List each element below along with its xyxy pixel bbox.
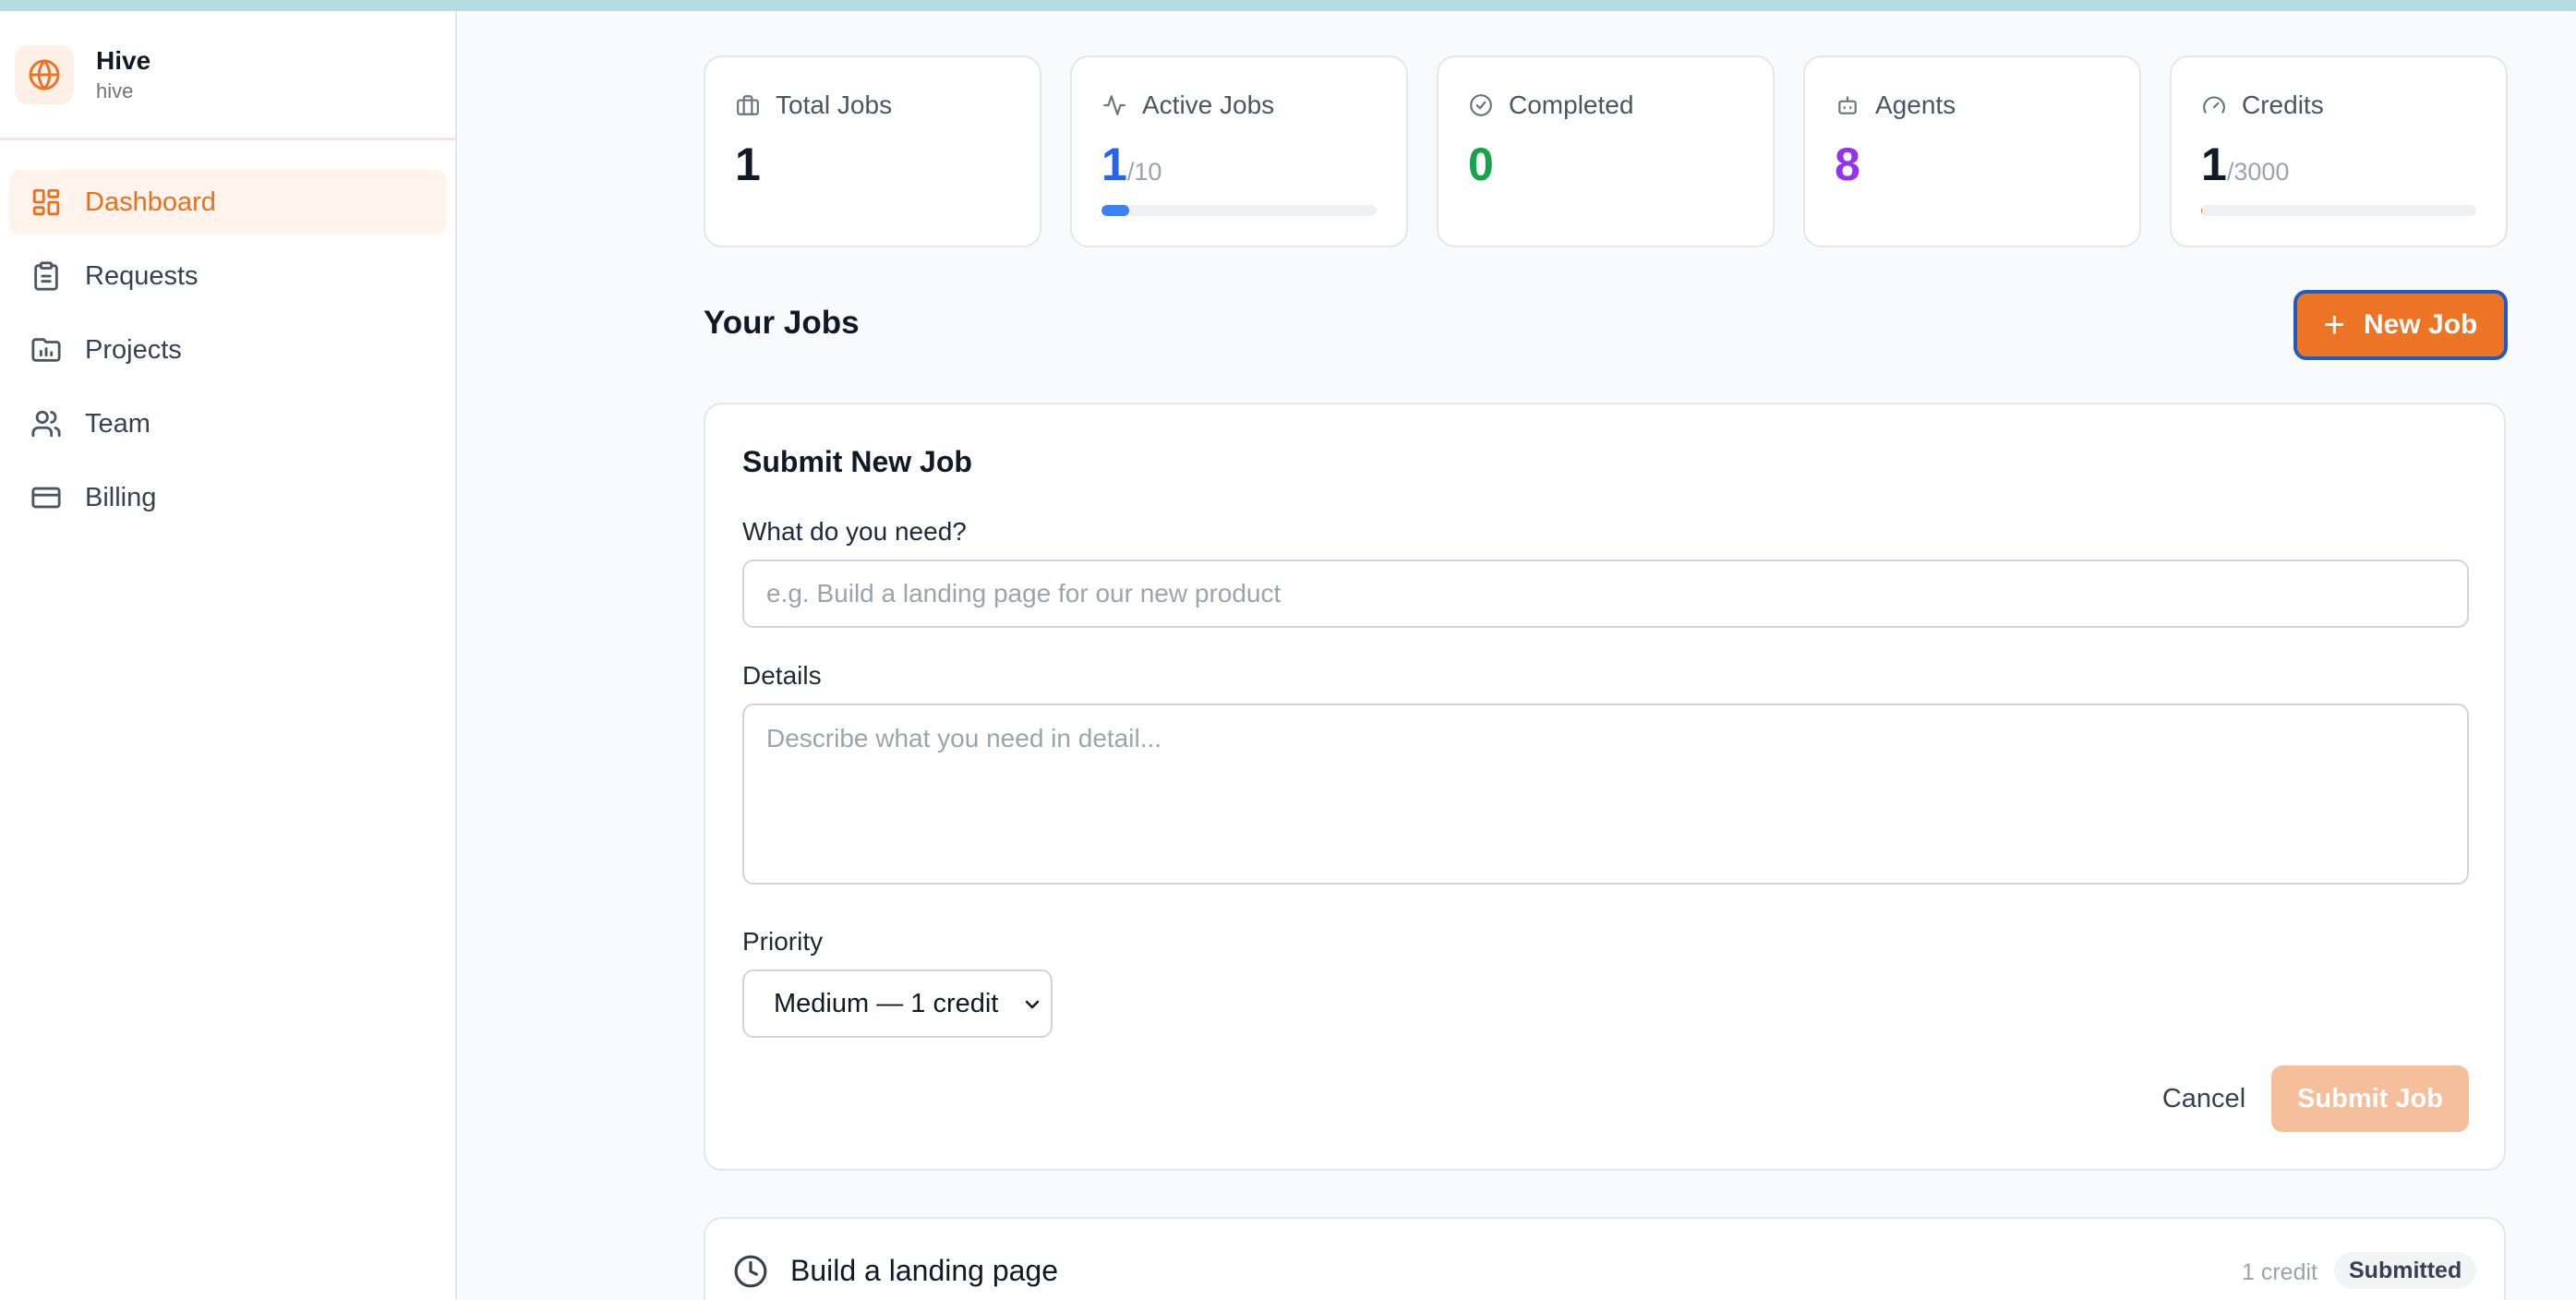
sidebar: Hive hive Dashboard Requests Projects Te… bbox=[0, 11, 457, 1300]
top-accent-bar bbox=[0, 0, 2576, 11]
stat-denominator: /3000 bbox=[2226, 158, 2290, 186]
globe-icon bbox=[15, 44, 74, 104]
new-job-label: New Job bbox=[2364, 309, 2478, 340]
sidebar-item-label: Team bbox=[85, 408, 150, 439]
section-title: Your Jobs bbox=[704, 305, 860, 341]
sidebar-item-label: Projects bbox=[85, 334, 182, 365]
stat-value: 1 bbox=[735, 135, 761, 194]
sidebar-item-team[interactable]: Team bbox=[9, 391, 446, 456]
details-textarea[interactable] bbox=[742, 704, 2469, 885]
submit-job-button[interactable]: Submit Job bbox=[2271, 1065, 2469, 1132]
stat-label: Active Jobs bbox=[1142, 90, 1275, 119]
plus-icon: + bbox=[2323, 305, 2345, 345]
workspace-slug: hive bbox=[96, 78, 134, 102]
need-input[interactable] bbox=[742, 560, 2469, 628]
priority-value: Medium — 1 credit bbox=[774, 988, 999, 1018]
priority-select[interactable]: Medium — 1 credit bbox=[742, 969, 1053, 1038]
check-circle-icon bbox=[1468, 92, 1494, 118]
stat-number: 1 bbox=[2201, 138, 2227, 190]
sidebar-item-dashboard[interactable]: Dashboard bbox=[9, 170, 446, 235]
form-title: Submit New Job bbox=[742, 445, 972, 478]
status-badge: Submitted bbox=[2334, 1252, 2477, 1289]
stat-card-completed: Completed 0 bbox=[1437, 55, 1775, 247]
workspace-header[interactable]: Hive hive bbox=[0, 11, 455, 140]
stat-value: 1/3000 bbox=[2201, 135, 2289, 201]
job-title: Build a landing page bbox=[790, 1254, 1059, 1287]
sidebar-item-label: Requests bbox=[85, 260, 199, 291]
clock-icon bbox=[734, 1255, 767, 1288]
cancel-button[interactable]: Cancel bbox=[2142, 1065, 2266, 1132]
stat-card-credits: Credits 1/3000 bbox=[2170, 55, 2508, 247]
clipboard-icon bbox=[30, 259, 63, 293]
submit-job-form: Submit New Job What do you need? Details… bbox=[704, 403, 2506, 1171]
stat-label: Agents bbox=[1875, 90, 1956, 119]
stat-label: Completed bbox=[1509, 90, 1634, 119]
priority-label: Priority bbox=[742, 927, 824, 956]
bot-icon bbox=[1835, 92, 1860, 118]
stat-number: 1 bbox=[735, 138, 761, 190]
activity-icon bbox=[1101, 92, 1127, 118]
sidebar-item-projects[interactable]: Projects bbox=[9, 318, 446, 382]
stat-card-total-jobs: Total Jobs 1 bbox=[704, 55, 1041, 247]
stat-value: 0 bbox=[1468, 135, 1494, 194]
credits-progress bbox=[2201, 205, 2476, 216]
stat-label: Credits bbox=[2242, 90, 2324, 119]
sidebar-item-label: Billing bbox=[85, 482, 157, 512]
stat-label: Total Jobs bbox=[776, 90, 893, 119]
dashboard-icon bbox=[30, 186, 63, 219]
sidebar-item-label: Dashboard bbox=[85, 187, 216, 217]
briefcase-icon bbox=[735, 92, 761, 118]
users-icon bbox=[30, 407, 63, 440]
job-credits: 1 credit bbox=[2242, 1259, 2317, 1285]
active-jobs-progress bbox=[1101, 205, 1377, 216]
credit-card-icon bbox=[30, 481, 63, 514]
stat-card-agents: Agents 8 bbox=[1803, 55, 2141, 247]
need-label: What do you need? bbox=[742, 517, 967, 546]
stat-number: 8 bbox=[1835, 138, 1860, 190]
sidebar-item-billing[interactable]: Billing bbox=[9, 465, 446, 530]
stat-number: 0 bbox=[1468, 138, 1494, 190]
job-card[interactable]: Build a landing page 1 credit Submitted bbox=[704, 1217, 2506, 1300]
stat-value: 8 bbox=[1835, 135, 1860, 194]
sidebar-nav: Dashboard Requests Projects Team Billing bbox=[0, 140, 455, 530]
folder-chart-icon bbox=[30, 333, 63, 367]
active-jobs-progress-fill bbox=[1101, 205, 1129, 216]
stat-value: 1/10 bbox=[1101, 135, 1162, 201]
sidebar-item-requests[interactable]: Requests bbox=[9, 244, 446, 308]
stat-denominator: /10 bbox=[1126, 158, 1162, 186]
workspace-name: Hive bbox=[96, 45, 151, 75]
stat-number: 1 bbox=[1101, 138, 1127, 190]
details-label: Details bbox=[742, 661, 822, 690]
new-job-button[interactable]: + New Job bbox=[2293, 290, 2508, 360]
stat-card-active-jobs: Active Jobs 1/10 bbox=[1070, 55, 1408, 247]
chevron-down-icon bbox=[1025, 1000, 1040, 1009]
gauge-icon bbox=[2201, 92, 2227, 118]
